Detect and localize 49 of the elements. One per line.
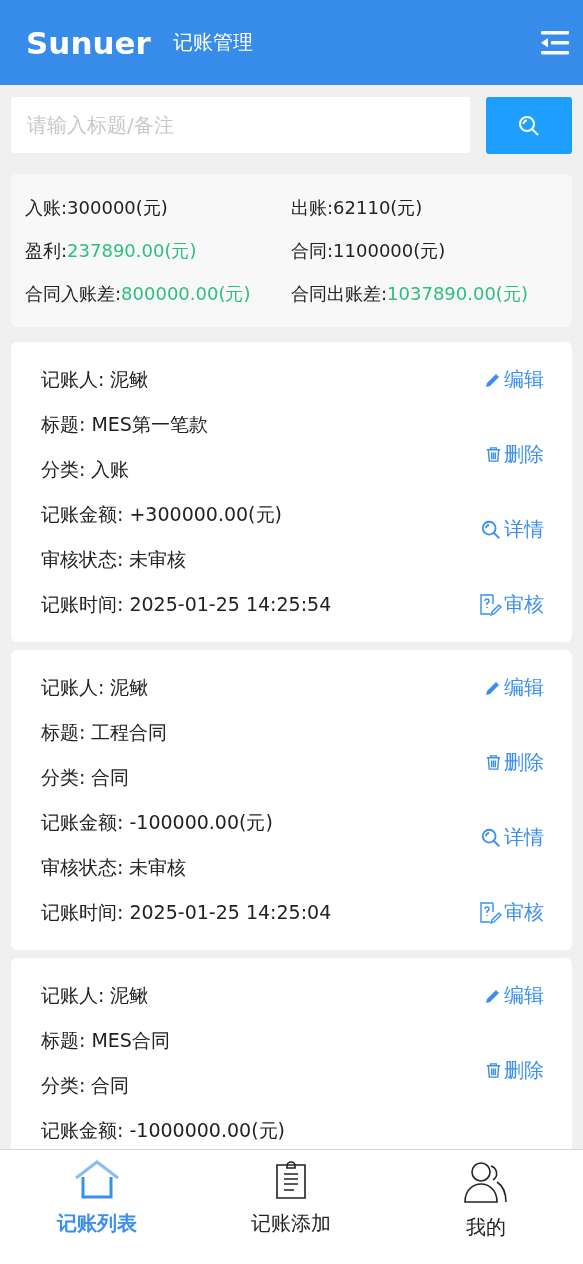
record-field: 分类: 合同 <box>41 1063 484 1108</box>
summary-item: 合同:1100000(元) <box>291 239 447 263</box>
edit-link[interactable]: 编辑 <box>484 973 544 1018</box>
review-link[interactable]: 审核 <box>478 890 544 935</box>
record-field: 审核状态: 未审核 <box>41 845 478 890</box>
tab[interactable]: 我的 <box>388 1150 583 1264</box>
summary-item: 入账:300000(元) <box>25 196 169 220</box>
page-title: 记账管理 <box>172 29 254 56</box>
record-field: 记账时间: 2025-01-25 14:25:54 <box>41 582 478 627</box>
summary-item: 合同出账差:1037890.00(元) <box>291 282 529 306</box>
tab[interactable]: 记账列表 <box>0 1150 195 1264</box>
record-field: 标题: 工程合同 <box>41 710 478 755</box>
record-field: 标题: MES合同 <box>41 1018 484 1063</box>
trash-icon <box>485 446 502 463</box>
record-field: 审核状态: 未审核 <box>41 537 478 582</box>
record-field: 记账时间: 2025-01-25 14:25:04 <box>41 890 478 935</box>
record-field: 记账金额: -1000000.00(元) <box>41 1108 484 1149</box>
menu-icon[interactable] <box>541 30 569 55</box>
delete-link[interactable]: 删除 <box>485 432 544 477</box>
logo: Sunuer <box>26 24 151 61</box>
detail-link[interactable]: 详情 <box>480 507 544 552</box>
summary-item: 出账:62110(元) <box>291 196 424 220</box>
record-field: 记账金额: +300000.00(元) <box>41 492 478 537</box>
tab[interactable]: 记账添加 <box>194 1150 389 1264</box>
detail-link[interactable]: 详情 <box>480 815 544 860</box>
trash-icon <box>485 754 502 771</box>
record-field: 记账金额: -100000.00(元) <box>41 800 478 845</box>
search-icon <box>480 826 502 849</box>
delete-link[interactable]: 删除 <box>485 740 544 785</box>
question-note-icon <box>478 900 502 925</box>
trash-icon <box>485 1062 502 1079</box>
record-field: 记账人: 泥鳅 <box>41 357 478 402</box>
edit-link[interactable]: 编辑 <box>484 665 544 710</box>
summary-item: 盈利:237890.00(元) <box>25 239 198 263</box>
home-icon <box>74 1160 121 1200</box>
record-field: 分类: 合同 <box>41 755 478 800</box>
record-field: 标题: MES第一笔款 <box>41 402 478 447</box>
record-field: 记账人: 泥鳅 <box>41 973 484 1018</box>
question-note-icon <box>478 592 502 617</box>
delete-link[interactable]: 删除 <box>485 1048 544 1093</box>
record-field: 记账人: 泥鳅 <box>41 665 478 710</box>
search-button[interactable] <box>486 97 572 154</box>
summary-item: 合同入账差:800000.00(元) <box>25 282 252 306</box>
users-icon <box>462 1160 509 1204</box>
review-link[interactable]: 审核 <box>478 582 544 627</box>
record-field: 分类: 入账 <box>41 447 478 492</box>
edit-link[interactable]: 编辑 <box>484 357 544 402</box>
search-icon <box>480 518 502 541</box>
search-icon <box>517 113 541 138</box>
